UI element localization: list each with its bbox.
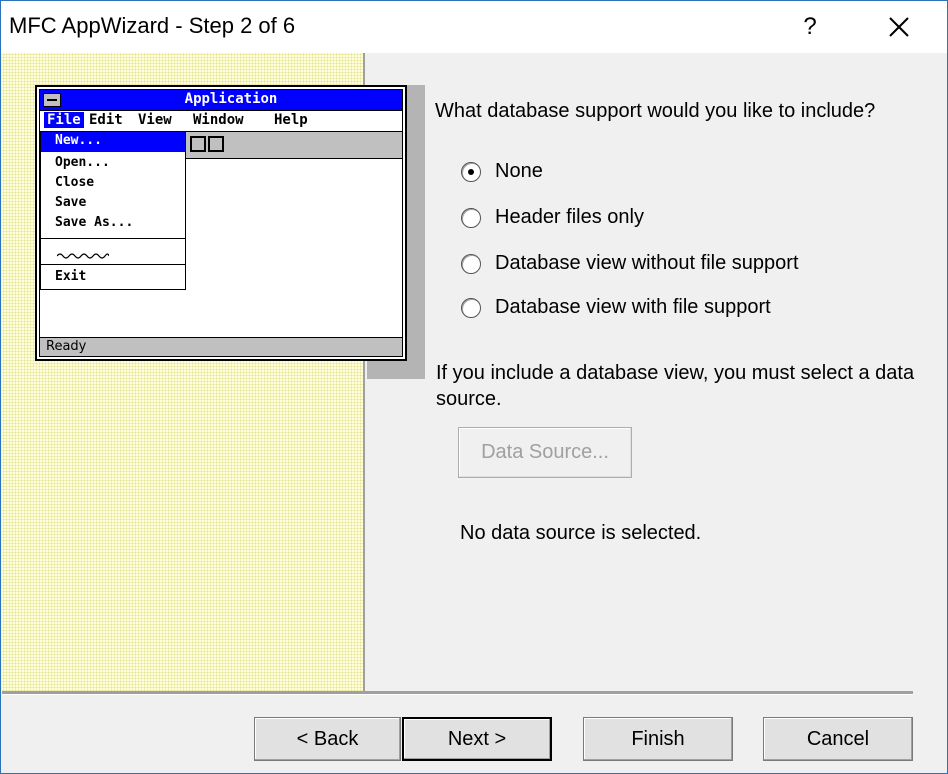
radio-circle-icon bbox=[461, 208, 481, 228]
illustration-menu-close: Close bbox=[55, 175, 95, 190]
illustration-title: Application bbox=[184, 91, 278, 107]
illustration-menubar: File Edit View Window Help bbox=[40, 111, 402, 132]
illustration-menu-view: View bbox=[138, 112, 172, 128]
cancel-button[interactable]: Cancel bbox=[763, 717, 913, 761]
illustration-frame: Application File Edit View Window Help N… bbox=[39, 89, 403, 357]
footer-separator bbox=[2, 691, 913, 695]
radio-circle-icon bbox=[461, 254, 481, 274]
illustration-toolbar bbox=[186, 132, 402, 159]
illustration-menu-save: Save bbox=[55, 195, 87, 210]
illustration-menu-separator bbox=[41, 238, 185, 239]
illustration-menu-separator bbox=[41, 264, 185, 265]
database-question: What database support would you like to … bbox=[435, 100, 876, 122]
close-x-icon bbox=[889, 17, 909, 37]
illustration-menu-edit: Edit bbox=[89, 112, 123, 128]
application-illustration: Application File Edit View Window Help N… bbox=[35, 85, 407, 361]
illustration-toolbar-button bbox=[208, 136, 224, 152]
radio-circle-icon bbox=[461, 298, 481, 318]
illustration-menu-open: Open... bbox=[55, 155, 110, 170]
window-title: MFC AppWizard - Step 2 of 6 bbox=[9, 13, 296, 38]
data-source-button[interactable]: Data Source... bbox=[458, 427, 632, 478]
illustration-menu-save-as: Save As... bbox=[55, 215, 134, 230]
illustration-statusbar: Ready bbox=[40, 337, 402, 356]
back-button[interactable]: < Back bbox=[254, 717, 401, 761]
radio-label: None bbox=[495, 160, 543, 182]
illustration-menu-exit: Exit bbox=[55, 269, 87, 284]
radio-selected-dot-icon bbox=[468, 169, 474, 175]
close-button[interactable] bbox=[875, 1, 925, 53]
next-button[interactable]: Next > bbox=[402, 717, 552, 761]
illustration-file-menu: New... Open... Close Save Save As... Exi… bbox=[40, 132, 186, 290]
help-button[interactable]: ? bbox=[787, 1, 833, 53]
illustration-status-text: Ready bbox=[46, 339, 87, 354]
data-source-info: If you include a database view, you must… bbox=[436, 362, 915, 410]
radio-label: Database view with file support bbox=[495, 296, 771, 318]
finish-button[interactable]: Finish bbox=[583, 717, 733, 761]
illustration-titlebar: Application bbox=[40, 90, 402, 111]
radio-circle-icon bbox=[461, 162, 481, 182]
title-bar: MFC AppWizard - Step 2 of 6 ? bbox=[1, 1, 947, 53]
appwizard-dialog: MFC AppWizard - Step 2 of 6 ? Applicatio… bbox=[0, 0, 948, 774]
illustration-toolbar-button bbox=[190, 136, 206, 152]
illustration-menu-window: Window bbox=[193, 112, 244, 128]
radio-label: Database view without file support bbox=[495, 252, 799, 274]
data-source-status: No data source is selected. bbox=[460, 522, 702, 544]
radio-label: Header files only bbox=[495, 206, 644, 228]
illustration-menu-new: New... bbox=[41, 132, 185, 152]
illustration-menu-help: Help bbox=[274, 112, 308, 128]
squiggle-icon bbox=[57, 253, 109, 259]
illustration-menu-file: File bbox=[44, 112, 84, 128]
